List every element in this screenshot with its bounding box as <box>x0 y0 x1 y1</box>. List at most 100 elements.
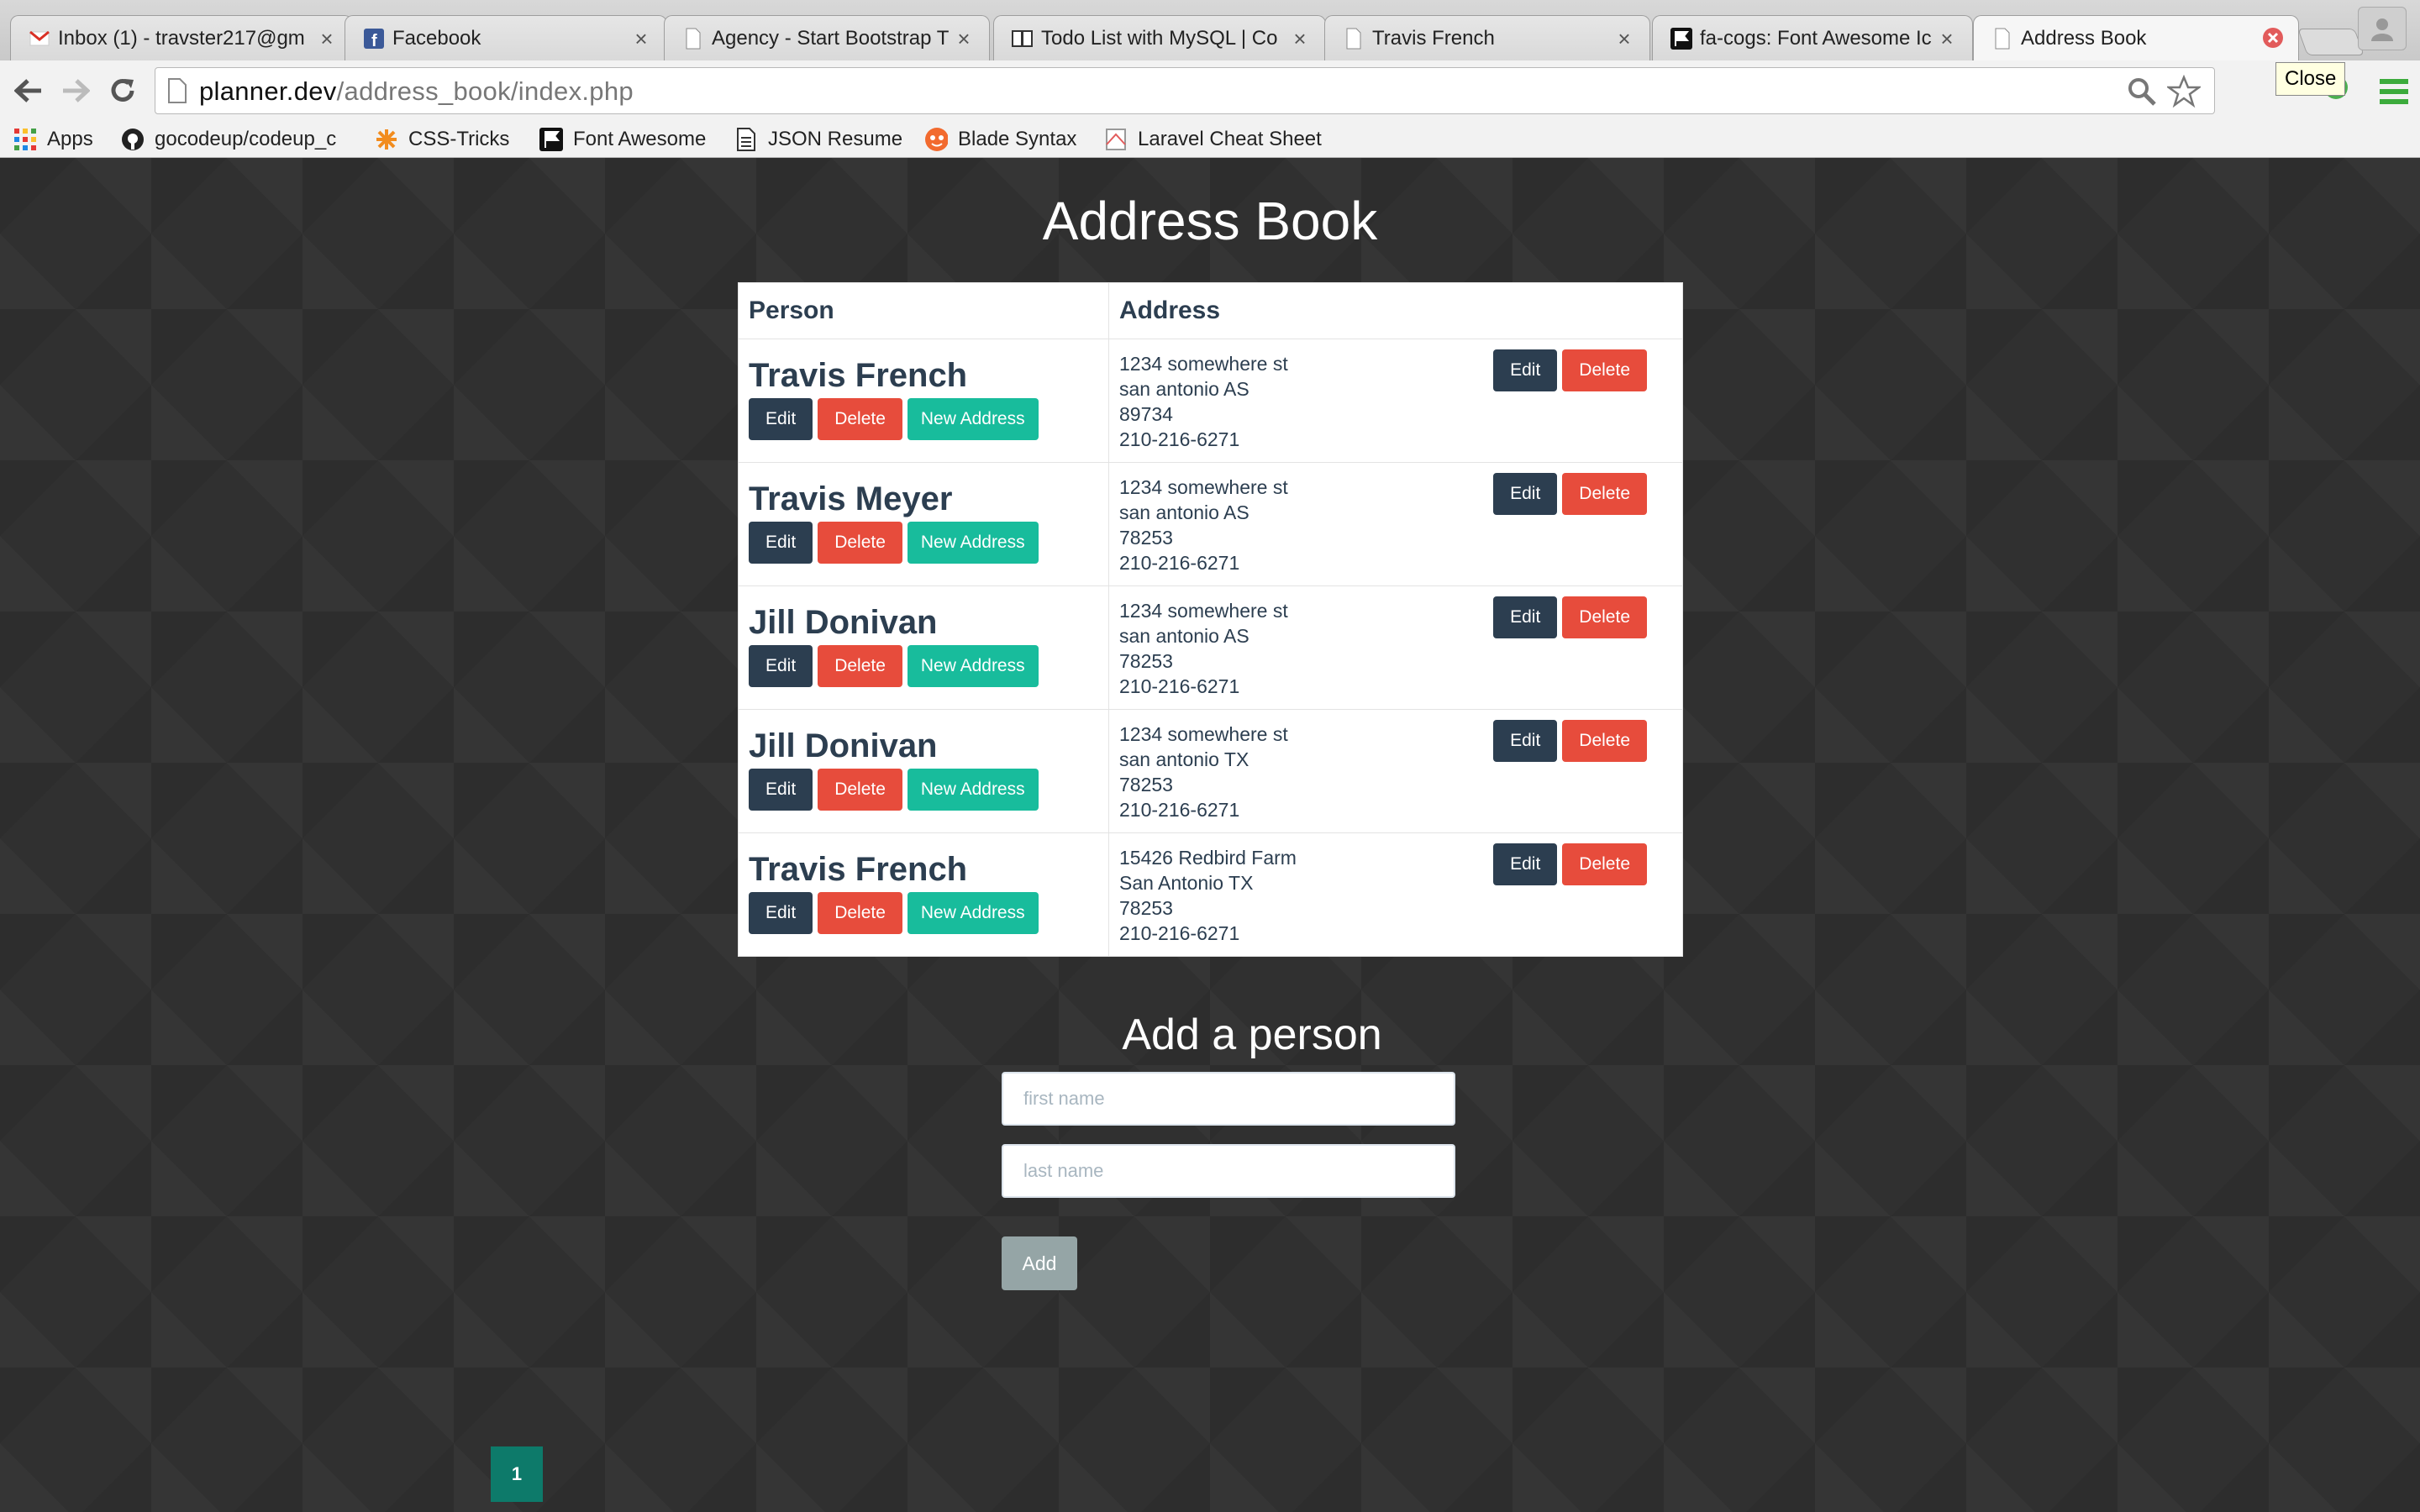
edit-address-button[interactable]: Edit <box>1493 349 1558 391</box>
forward-arrow-icon <box>63 79 90 102</box>
person-cell: Travis Meyer Edit Delete New Address <box>738 462 1109 586</box>
address-bar[interactable]: planner.dev/address_book/index.php <box>155 67 2215 114</box>
bookmark-label: CSS-Tricks <box>408 128 510 150</box>
edit-person-button[interactable]: Edit <box>749 398 813 440</box>
bookmark-blade-syntax[interactable]: Blade Syntax <box>924 124 1076 155</box>
edit-person-button[interactable]: Edit <box>749 892 813 934</box>
tab-address-book[interactable]: Address Book <box>1973 15 2299 60</box>
new-address-button[interactable]: New Address <box>907 398 1039 440</box>
new-address-button[interactable]: New Address <box>907 645 1039 687</box>
tab-title: Facebook <box>392 26 481 50</box>
table-header-row: Person Address <box>738 282 1683 339</box>
bookmark-json-resume[interactable]: JSON Resume <box>734 124 902 155</box>
close-icon[interactable]: × <box>952 27 976 50</box>
person-actions: Edit Delete New Address <box>749 645 1098 687</box>
edit-person-button[interactable]: Edit <box>749 645 813 687</box>
user-icon <box>2371 18 2393 41</box>
bookmark-laravel-cheat-sheet[interactable]: Laravel Cheat Sheet <box>1104 124 1322 155</box>
address-line: 78253 <box>1119 650 1173 672</box>
delete-address-button[interactable]: Delete <box>1562 349 1647 391</box>
delete-person-button[interactable]: Delete <box>818 398 902 440</box>
close-icon[interactable]: × <box>1935 27 1959 50</box>
menu-icon[interactable] <box>2380 79 2408 108</box>
reload-button[interactable] <box>106 74 139 108</box>
bookmark-font-awesome[interactable]: Font Awesome <box>539 124 706 155</box>
new-address-button[interactable]: New Address <box>907 892 1039 934</box>
person-actions: Edit Delete New Address <box>749 398 1098 440</box>
new-address-button[interactable]: New Address <box>907 769 1039 811</box>
tab-title: Address Book <box>2021 26 2147 50</box>
edit-person-button[interactable]: Edit <box>749 769 813 811</box>
delete-person-button[interactable]: Delete <box>818 892 902 934</box>
address-line: 210-216-6271 <box>1119 552 1240 574</box>
person-actions: Edit Delete New Address <box>749 522 1098 564</box>
reload-icon <box>111 79 134 102</box>
bookmark-css-tricks[interactable]: CSS-Tricks <box>375 124 509 155</box>
page-icon <box>167 78 187 108</box>
tab-fa-cogs[interactable]: fa-cogs: Font Awesome Ic × <box>1652 15 1973 60</box>
address-line: 210-216-6271 <box>1119 799 1240 821</box>
address-cell: 1234 somewhere st san antonio AS 78253 210-… <box>1108 585 1683 710</box>
add-person-button[interactable]: Add <box>1002 1236 1077 1290</box>
delete-address-button[interactable]: Delete <box>1562 843 1647 885</box>
delete-person-button[interactable]: Delete <box>818 645 902 687</box>
edit-address-button[interactable]: Edit <box>1493 843 1558 885</box>
tab-title: Agency - Start Bootstrap T <box>712 26 950 50</box>
bookmark-apps[interactable]: Apps <box>13 124 93 155</box>
new-address-button[interactable]: New Address <box>907 522 1039 564</box>
address-cell: 15426 Redbird Farm San Antonio TX 78253 210… <box>1108 832 1683 957</box>
new-tab-button[interactable] <box>2297 29 2365 55</box>
delete-person-button[interactable]: Delete <box>818 769 902 811</box>
address-cell: 1234 somewhere st san antonio AS 78253 210-… <box>1108 462 1683 586</box>
address-actions: Edit Delete <box>1493 349 1647 391</box>
delete-address-button[interactable]: Delete <box>1562 473 1647 515</box>
book-icon <box>1011 27 1034 50</box>
github-icon <box>121 128 145 151</box>
close-icon[interactable]: × <box>1612 27 1636 50</box>
tab-todo[interactable]: Todo List with MySQL | Co × <box>993 15 1326 60</box>
close-icon[interactable] <box>2261 27 2285 50</box>
tab-travis-french[interactable]: Travis French × <box>1324 15 1650 60</box>
edit-address-button[interactable]: Edit <box>1493 473 1558 515</box>
address-line: 78253 <box>1119 774 1173 795</box>
page-title: Address Book <box>1042 191 1378 251</box>
page-icon <box>681 27 705 50</box>
edit-person-button[interactable]: Edit <box>749 522 813 564</box>
delete-person-button[interactable]: Delete <box>818 522 902 564</box>
person-cell: Jill Donivan Edit Delete New Address <box>738 585 1109 710</box>
bookmark-star-icon[interactable] <box>2165 74 2202 113</box>
first-name-input[interactable] <box>1002 1072 1455 1126</box>
flag-icon <box>1670 27 1693 50</box>
tab-title: fa-cogs: Font Awesome Ic <box>1700 26 1932 50</box>
delete-address-button[interactable]: Delete <box>1562 596 1647 638</box>
person-name: Travis French <box>749 357 968 394</box>
address-line: 78253 <box>1119 527 1173 549</box>
last-name-input[interactable] <box>1002 1144 1455 1198</box>
tab-strip: Inbox (1) - travster217@gm × f Facebook … <box>0 0 2420 61</box>
pagination-page-1[interactable]: 1 <box>491 1446 543 1502</box>
search-icon[interactable] <box>2127 76 2157 111</box>
person-name: Jill Donivan <box>749 727 938 764</box>
delete-address-button[interactable]: Delete <box>1562 720 1647 762</box>
tab-gmail[interactable]: Inbox (1) - travster217@gm × <box>10 15 353 60</box>
close-icon[interactable]: × <box>629 27 653 50</box>
person-cell: Travis French Edit Delete New Address <box>738 832 1109 957</box>
url-text[interactable]: planner.dev/address_book/index.php <box>199 76 634 107</box>
edit-address-button[interactable]: Edit <box>1493 720 1558 762</box>
tab-facebook[interactable]: f Facebook × <box>345 15 667 60</box>
forward-button[interactable] <box>59 74 92 108</box>
close-icon[interactable]: × <box>1288 27 1312 50</box>
back-button[interactable] <box>12 74 45 108</box>
close-icon[interactable]: × <box>315 27 339 50</box>
css-tricks-icon <box>375 128 398 151</box>
bookmark-label: Laravel Cheat Sheet <box>1138 128 1322 150</box>
bookmark-label: JSON Resume <box>768 128 903 150</box>
tab-agency[interactable]: Agency - Start Bootstrap T × <box>664 15 990 60</box>
address-line: 89734 <box>1119 403 1173 425</box>
profile-button[interactable] <box>2358 7 2407 50</box>
bookmark-gocodeup[interactable]: gocodeup/codeup_c <box>121 124 350 155</box>
tab-title: Inbox (1) - travster217@gm <box>58 26 305 50</box>
person-name: Jill Donivan <box>749 604 938 641</box>
address-actions: Edit Delete <box>1493 843 1647 885</box>
edit-address-button[interactable]: Edit <box>1493 596 1558 638</box>
